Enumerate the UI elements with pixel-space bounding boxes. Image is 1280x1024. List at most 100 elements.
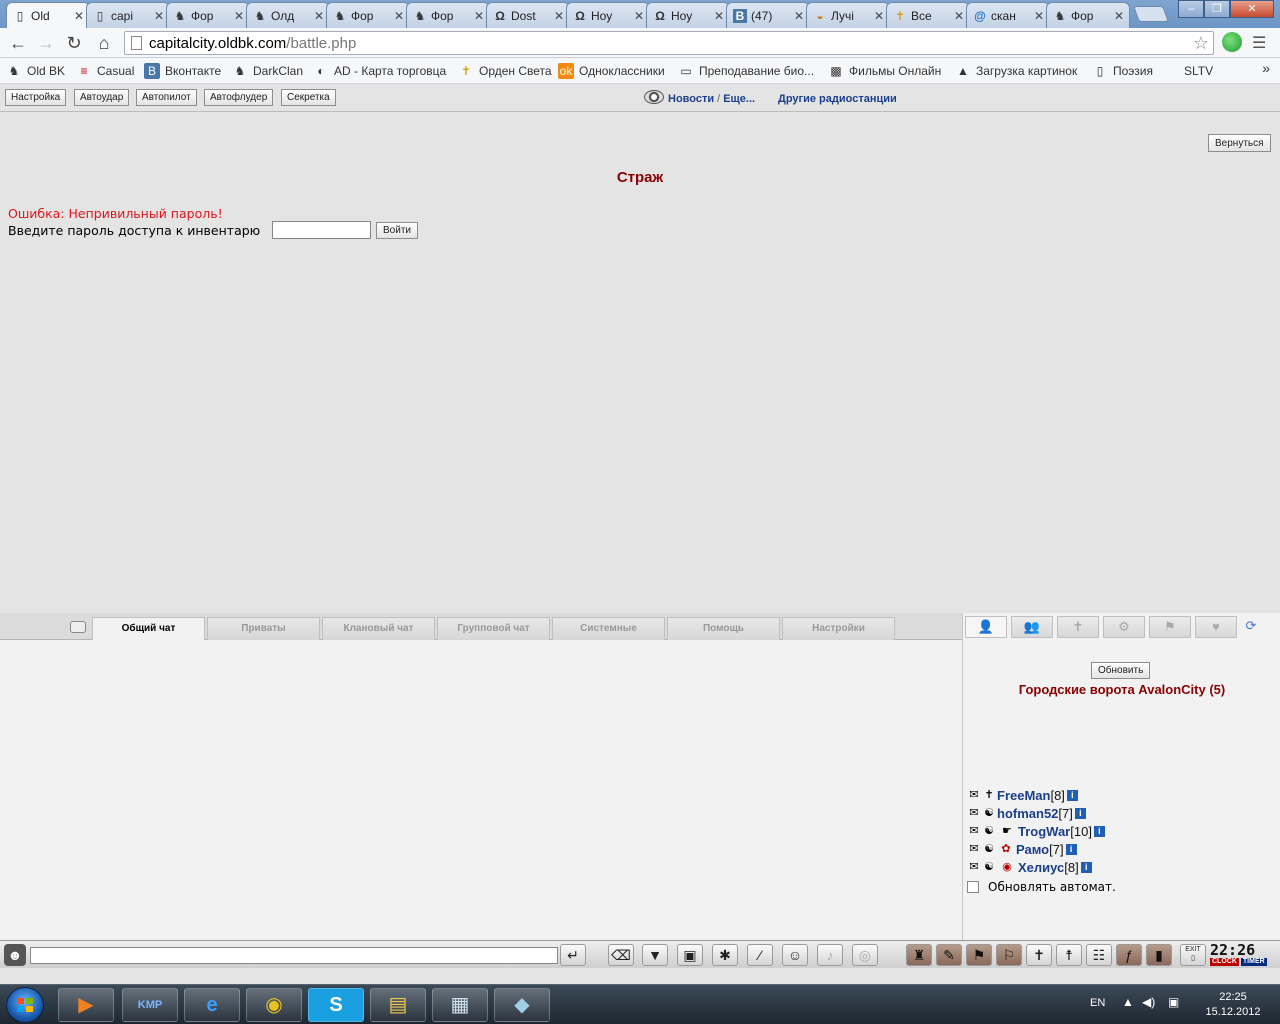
maximize-button[interactable]: ❐	[1204, 0, 1230, 18]
translit-icon[interactable]: ⁄	[747, 944, 773, 966]
back-button[interactable]: Вернуться	[1208, 134, 1271, 152]
browser-tab[interactable]: @ скан ✕	[966, 2, 1050, 28]
info-icon[interactable]: i	[1065, 843, 1077, 855]
close-tab-icon[interactable]: ✕	[793, 9, 805, 23]
browser-tab[interactable]: ▯ capi ✕	[86, 2, 170, 28]
player-name[interactable]: Рамо	[1016, 842, 1049, 857]
bookmark-item[interactable]: ok Одноклассники	[558, 62, 665, 80]
sound-icon[interactable]: ♪	[817, 944, 843, 966]
more-bookmarks-chevron[interactable]: »	[1262, 60, 1270, 76]
close-tab-icon[interactable]: ✕	[953, 9, 965, 23]
calculator-icon[interactable]: ▦	[432, 988, 488, 1022]
tab-help[interactable]: Помощь	[667, 617, 780, 640]
private-message-icon[interactable]: ✉	[967, 806, 981, 820]
bookmark-item[interactable]: ▩ Фильмы Онлайн	[828, 62, 941, 80]
menu-icon[interactable]: ☰	[1252, 33, 1266, 53]
tab-group-chat[interactable]: Групповой чат	[437, 617, 550, 640]
address-bar[interactable]: capitalcity.oldbk.com/battle.php ☆	[124, 31, 1214, 55]
players-tab-icon[interactable]: 👤	[965, 616, 1007, 638]
banner-icon[interactable]: ⚐	[996, 944, 1022, 966]
close-tab-icon[interactable]: ✕	[393, 9, 405, 23]
eraser-icon[interactable]: ⌫	[608, 944, 634, 966]
player-name[interactable]: Хелиус	[1018, 860, 1064, 875]
private-message-icon[interactable]: ✉	[967, 788, 981, 802]
walk-icon[interactable]: ✱	[712, 944, 738, 966]
tray-expand-icon[interactable]: ▲	[1122, 995, 1134, 1009]
close-tab-icon[interactable]: ✕	[873, 9, 885, 23]
system-clock[interactable]: 22:25 15.12.2012	[1196, 990, 1270, 1020]
player-name[interactable]: TrogWar	[1018, 824, 1070, 839]
close-tab-icon[interactable]: ✕	[713, 9, 725, 23]
info-icon[interactable]: i	[1080, 861, 1092, 873]
close-tab-icon[interactable]: ✕	[473, 9, 485, 23]
explorer-folder-icon[interactable]: ▤	[370, 988, 426, 1022]
refresh-list-icon[interactable]: ⟳	[1241, 616, 1261, 638]
private-message-icon[interactable]: ✉	[967, 860, 981, 874]
close-tab-icon[interactable]: ✕	[233, 9, 245, 23]
autopilot-button[interactable]: Автопилот	[136, 89, 197, 106]
minimize-button[interactable]: –	[1178, 0, 1204, 18]
auto-refresh-option[interactable]: Обновлять автомат.	[967, 880, 1116, 894]
close-window-button[interactable]: ✕	[1230, 0, 1274, 18]
flag-dark-icon[interactable]: ⚑	[966, 944, 992, 966]
browser-tab[interactable]: ♞ Фор ✕	[166, 2, 250, 28]
radio-news-link[interactable]: Новости	[668, 93, 714, 105]
bookmark-item[interactable]: ▲ Загрузка картинок	[955, 62, 1077, 80]
browser-tab[interactable]: ▯ Old ✕	[6, 2, 90, 29]
book-icon[interactable]: ▮	[1146, 944, 1172, 966]
skype-icon[interactable]: S	[308, 988, 364, 1022]
bookmark-star-icon[interactable]: ☆	[1193, 33, 1209, 54]
secret-button[interactable]: Секретка	[281, 89, 336, 106]
browser-tab[interactable]: ✝ Все ✕	[886, 2, 970, 28]
cross-icon[interactable]: ✝	[1026, 944, 1052, 966]
info-icon[interactable]: i	[1066, 789, 1078, 801]
bookmark-item[interactable]: ♞ Old BK	[6, 62, 65, 80]
private-message-icon[interactable]: ✉	[967, 842, 981, 856]
bookmark-item[interactable]: ▭ Преподавание био...	[678, 62, 814, 80]
bookmark-item[interactable]: ≡ Casual	[76, 62, 134, 80]
chrome-icon[interactable]: ◉	[246, 988, 302, 1022]
settings-button[interactable]: Настройка	[5, 89, 67, 106]
volume-icon[interactable]: ◀)	[1142, 995, 1155, 1009]
forward-arrow-icon[interactable]: →	[34, 32, 58, 54]
extension-globe-icon[interactable]	[1222, 32, 1242, 52]
auto-refresh-checkbox[interactable]	[967, 881, 979, 893]
network-icon[interactable]: ▣	[1168, 995, 1179, 1009]
browser-tab[interactable]: ♞ Фор ✕	[1046, 2, 1130, 28]
close-tab-icon[interactable]: ✕	[1113, 9, 1125, 23]
home-icon[interactable]: ⌂	[92, 32, 116, 54]
timer-label[interactable]: TIMER	[1240, 958, 1267, 966]
smiley-icon[interactable]: ☺	[782, 944, 808, 966]
send-enter-icon[interactable]: ↵	[560, 944, 586, 966]
cross-outline-icon[interactable]: ☨	[1056, 944, 1082, 966]
avatar-icon[interactable]: ☻	[4, 944, 26, 966]
browser-tab[interactable]: Ω Ноу ✕	[566, 2, 650, 28]
bag-icon[interactable]: ♜	[906, 944, 932, 966]
info-icon[interactable]: i	[1074, 807, 1086, 819]
flag-tab-icon[interactable]: ⚑	[1149, 616, 1191, 638]
language-indicator[interactable]: EN	[1090, 997, 1105, 1009]
reload-icon[interactable]: ↻	[62, 32, 86, 54]
new-tab-button[interactable]	[1133, 6, 1169, 22]
private-message-icon[interactable]: ✉	[967, 824, 981, 838]
heart-tab-icon[interactable]: ♥	[1195, 616, 1237, 638]
browser-tab[interactable]: ◒ Лучі ✕	[806, 2, 890, 28]
function-icon[interactable]: ƒ	[1116, 944, 1142, 966]
tab-system[interactable]: Системные	[552, 617, 665, 640]
media-player-icon[interactable]: ▶	[58, 988, 114, 1022]
save-icon[interactable]: ▣	[677, 944, 703, 966]
browser-tab[interactable]: Ω Ноу ✕	[646, 2, 730, 28]
start-button[interactable]	[6, 987, 44, 1023]
filter-icon[interactable]: ▼	[642, 944, 668, 966]
kmplayer-icon[interactable]: KMP	[122, 988, 178, 1022]
radio-icon[interactable]	[644, 90, 664, 104]
close-tab-icon[interactable]: ✕	[633, 9, 645, 23]
other-stations-link[interactable]: Другие радиостанции	[778, 93, 897, 105]
tab-general-chat[interactable]: Общий чат	[92, 617, 205, 641]
bookmark-item[interactable]: B Вконтакте	[144, 62, 221, 80]
autoflooder-button[interactable]: Автофлудер	[204, 89, 274, 106]
close-tab-icon[interactable]: ✕	[73, 9, 85, 23]
bookmark-item[interactable]: ◐ AD - Карта торговца	[313, 62, 446, 80]
paint-icon[interactable]: ◆	[494, 988, 550, 1022]
close-tab-icon[interactable]: ✕	[1033, 9, 1045, 23]
